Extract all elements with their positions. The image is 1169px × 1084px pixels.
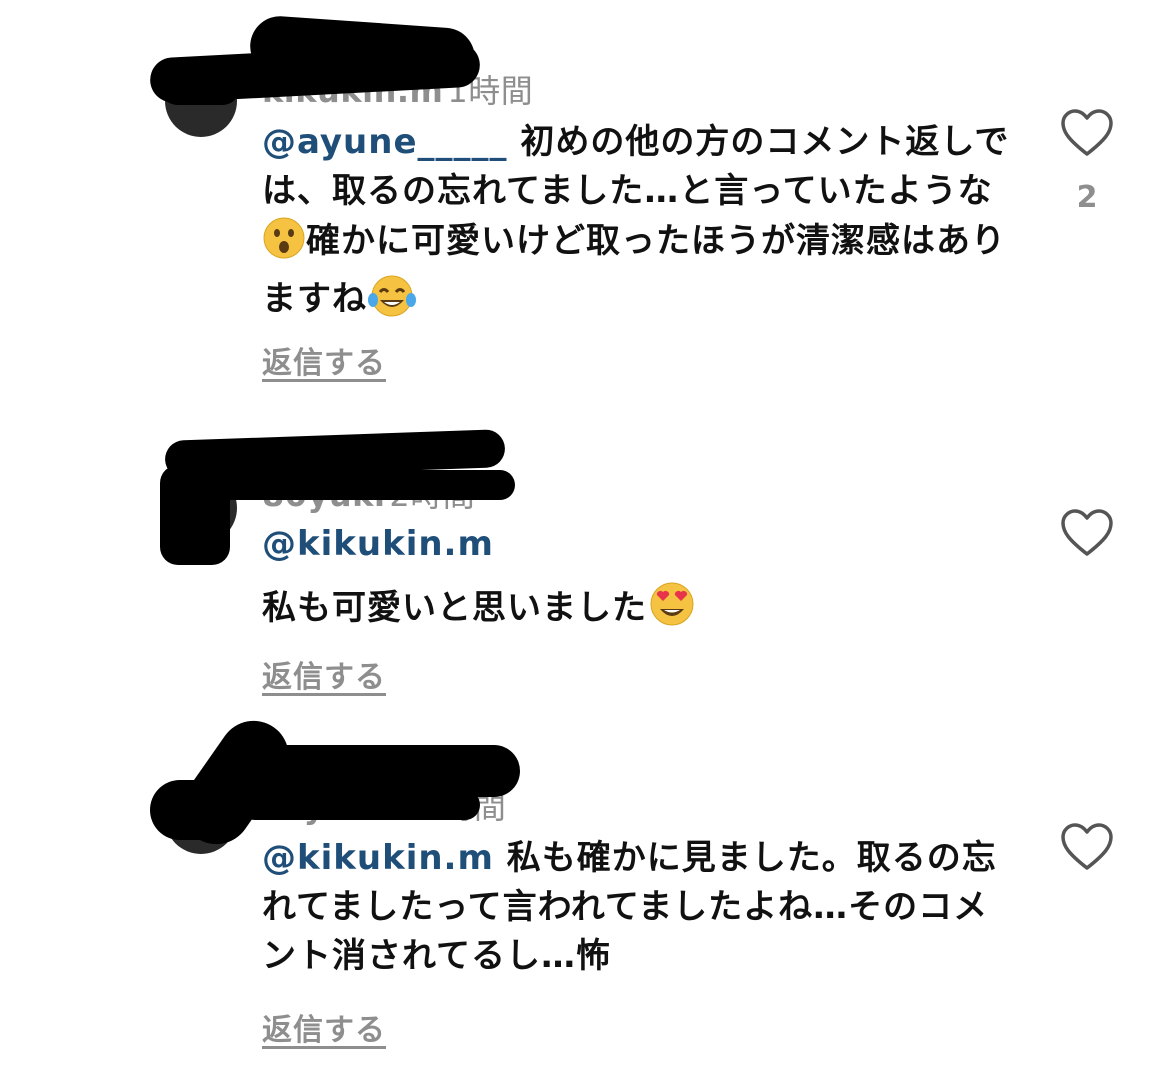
tears-of-joy-emoji (367, 274, 417, 332)
surprised-face-emoji (262, 216, 306, 274)
heart-icon[interactable] (1059, 822, 1115, 872)
redaction-mark (215, 470, 515, 500)
mention-link[interactable]: @ayune_____ (262, 122, 508, 162)
mention-link[interactable]: @kikukin.m (262, 524, 494, 564)
comment-item: acyn1531時間 @kikukin.m 私も確かに見ました。取るの忘れてまし… (0, 700, 1169, 1084)
heart-eyes-emoji (647, 581, 697, 641)
redaction-mark (240, 790, 480, 820)
comment-item: 80yuki2時間 @kikukin.m 私も可愛いと思いました 返信する (0, 429, 1169, 720)
comment-body: @ayune_____ 初めの他の方のコメント返しでは、取るの忘れてました…と言… (262, 118, 1022, 332)
comment-body: @kikukin.m 私も可愛いと思いました (262, 520, 1022, 641)
comment-text: 私も可愛いと思いました (262, 588, 647, 628)
comment-body: @kikukin.m 私も確かに見ました。取るの忘れてましたって言われてましたよ… (262, 834, 1022, 981)
reply-button[interactable]: 返信する (262, 338, 386, 382)
like-count: 2 (1076, 180, 1098, 215)
mention-link[interactable]: @kikukin.m (262, 838, 494, 878)
redaction-mark (160, 70, 240, 105)
heart-icon[interactable] (1059, 108, 1115, 158)
redaction-mark (150, 780, 240, 840)
comment-item: kikukin.m1時間 @ayune_____ 初めの他の方のコメント返しでは… (0, 0, 1169, 400)
heart-icon[interactable] (1059, 508, 1115, 558)
reply-button[interactable]: 返信する (262, 652, 386, 696)
redaction-mark (160, 465, 230, 565)
reply-button[interactable]: 返信する (262, 1005, 386, 1049)
